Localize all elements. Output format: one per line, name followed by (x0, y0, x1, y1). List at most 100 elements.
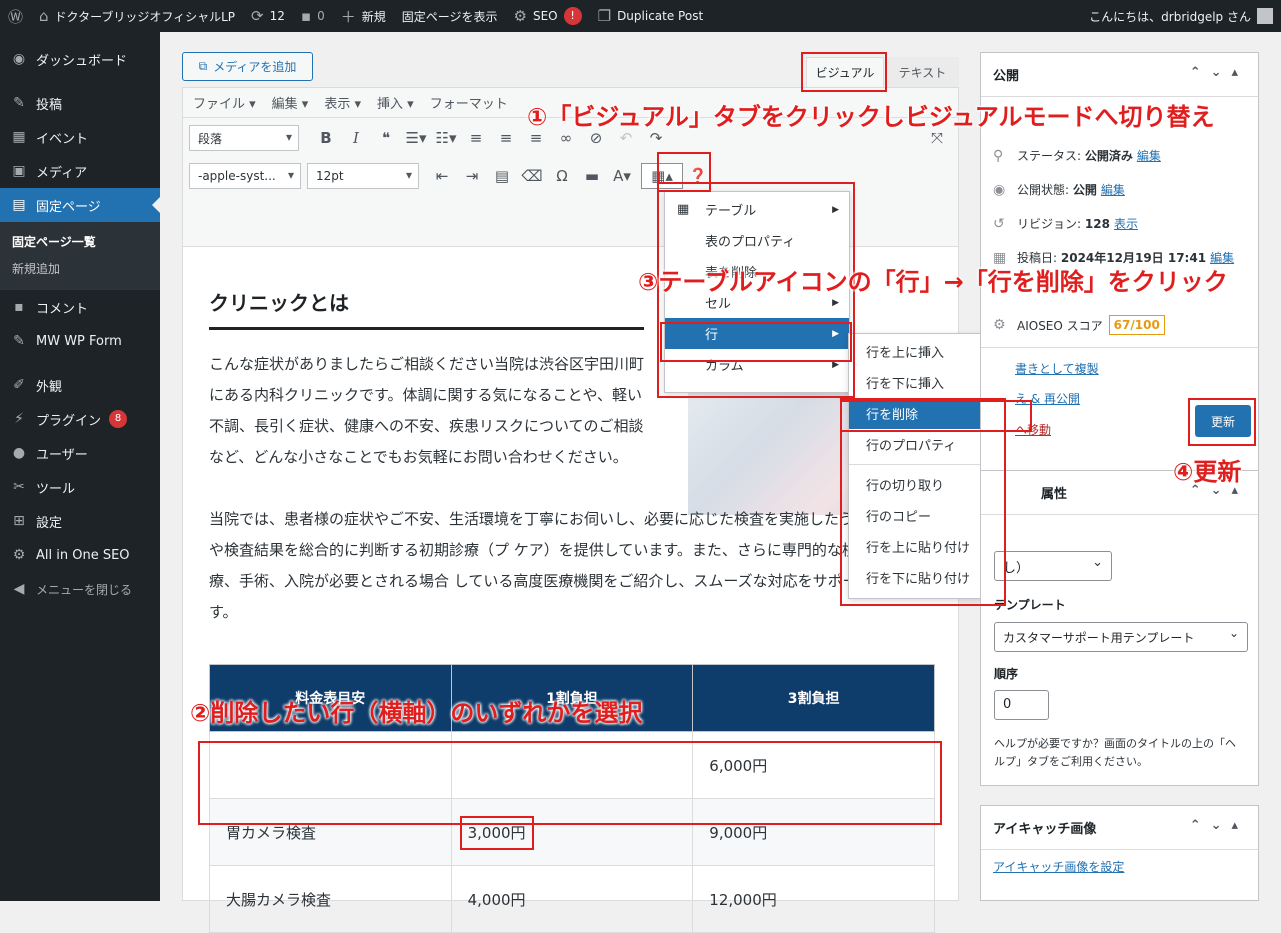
view-revisions-link[interactable]: 表示 (1114, 215, 1138, 232)
tab-visual[interactable]: ビジュアル (806, 57, 884, 87)
blockquote-icon[interactable]: ❝ (371, 125, 401, 151)
order-input[interactable]: 0 (994, 690, 1049, 720)
sidebar-item-media[interactable]: ▣ メディア (0, 154, 160, 188)
omega-icon[interactable]: Ω (547, 163, 577, 189)
font-size-select[interactable]: 12pt (307, 163, 419, 189)
updates-link[interactable]: ⟳ 12 (243, 0, 293, 32)
parent-page-select[interactable]: し） (994, 551, 1112, 581)
bullet-list-icon[interactable]: ☰▾ (401, 125, 431, 151)
box-controls-icon[interactable]: ⌃⌄▴ (1190, 65, 1248, 80)
selected-cell-text: 3,000円 (459, 815, 534, 850)
table-cell[interactable]: 3,000円 (450, 798, 694, 866)
seo-icon: ⚙ (993, 317, 1006, 333)
submenu-item-all-pages[interactable]: 固定ページ一覧 (0, 228, 160, 255)
collapse-icon: ◀ (13, 581, 25, 597)
sidebar-item-appearance[interactable]: ✐ 外観 (0, 368, 160, 402)
table-cell[interactable]: 9,000円 (692, 798, 935, 866)
font-family-select[interactable]: -apple-syst... (189, 163, 301, 189)
align-left-icon[interactable]: ≡ (461, 125, 491, 151)
horizontal-rule-icon[interactable]: ▬ (577, 163, 607, 189)
edit-visibility-link[interactable]: 編集 (1101, 181, 1125, 198)
sidebar-item-pages[interactable]: ▤ 固定ページ (0, 188, 160, 222)
duplicate-post-link[interactable]: ❐ Duplicate Post (590, 0, 712, 32)
table-cell[interactable]: 12,000円 (692, 865, 935, 933)
table-cell[interactable] (450, 731, 694, 799)
sidebar-item-aioseo[interactable]: ⚙ All in One SEO (0, 538, 160, 572)
aioseo-score[interactable]: 67/100 (1108, 315, 1165, 335)
table-row: 大腸カメラ検査 4,000円 12,000円 (209, 865, 935, 933)
seo-menu[interactable]: ⚙ SEO! (506, 0, 590, 32)
set-featured-image-link[interactable]: アイキャッチ画像を設定 (993, 858, 1124, 875)
comments-link[interactable]: ▪ 0 (293, 0, 333, 32)
divider (981, 347, 1258, 348)
sidebar-item-comments[interactable]: ▪ コメント (0, 290, 160, 324)
edit-status-link[interactable]: 編集 (1137, 147, 1161, 164)
featured-image-box: アイキャッチ画像 ⌃⌄▴ アイキャッチ画像を設定 (980, 805, 1259, 901)
menu-edit[interactable]: 編集 ▾ (272, 93, 309, 112)
history-icon: ↺ (993, 215, 1005, 232)
sidebar-item-events[interactable]: ▦ イベント (0, 120, 160, 154)
sidebar-item-dashboard[interactable]: ◉ ダッシュボード (0, 42, 160, 76)
view-page-link[interactable]: 固定ページを表示 (394, 0, 506, 32)
menu-item-table[interactable]: ▦ テーブル ▶ (665, 194, 849, 225)
table-cell[interactable]: 4,000円 (450, 865, 694, 933)
indent-icon[interactable]: ⇥ (457, 163, 487, 189)
numbered-list-icon[interactable]: ☷▾ (431, 125, 461, 151)
text-color-icon[interactable]: A▾ (607, 163, 637, 189)
update-button[interactable]: 更新 (1195, 405, 1251, 437)
new-content-link[interactable]: ＋新規 (333, 0, 394, 32)
menu-file[interactable]: ファイル ▾ (193, 93, 256, 112)
media-icon: ▣ (12, 163, 26, 179)
help-icon[interactable]: ❓ (683, 163, 713, 189)
align-center-icon[interactable]: ≡ (491, 125, 521, 151)
table-header[interactable]: 3割負担 (692, 664, 935, 732)
menu-item-column[interactable]: カラム ▶ (665, 349, 849, 380)
annotation-step2: ②削除したい行（横軸）のいずれかを選択 (190, 699, 643, 727)
table-cell[interactable]: 6,000円 (692, 731, 935, 799)
sidebar-item-mw-wp-form[interactable]: ✎ MW WP Form (0, 324, 160, 358)
sidebar-item-users[interactable]: ● ユーザー (0, 436, 160, 470)
order-label: 順序 (994, 667, 1019, 681)
sidebar-collapse-menu[interactable]: ◀ メニューを閉じる (0, 572, 160, 606)
menu-format[interactable]: フォーマット (430, 93, 508, 112)
submenu-item-add-new[interactable]: 新規追加 (0, 255, 160, 282)
settings-icon: ⊞ (13, 513, 25, 529)
site-name-link[interactable]: ⌂ ドクターブリッジオフィシャルLP (31, 0, 243, 32)
duplicate-icon: ❐ (597, 7, 612, 25)
sidebar-item-plugins[interactable]: ⚡ プラグイン 8 (0, 402, 160, 436)
sidebar-item-posts[interactable]: ✎ 投稿 (0, 86, 160, 120)
box-controls-icon[interactable]: ⌃⌄▴ (1190, 818, 1248, 833)
table-cell[interactable]: 胃カメラ検査 (209, 798, 452, 866)
move-to-trash-link[interactable]: へ移動 (1011, 421, 1051, 438)
status-row: ⚲ ステータス: 公開済み 編集 (993, 147, 1161, 164)
paste-text-icon[interactable]: ▤ (487, 163, 517, 189)
bold-icon[interactable]: B (311, 125, 341, 151)
template-select[interactable]: カスタマーサポート用テンプレート (994, 622, 1248, 652)
table-cell[interactable]: 大腸カメラ検査 (209, 865, 452, 933)
help-text: ヘルプが必要ですか？画面のタイトルの上の「ヘルプ」タブをご利用ください。 (994, 737, 1236, 768)
format-select[interactable]: 段落 (189, 125, 299, 151)
table-icon: ▦ (677, 202, 690, 217)
sidebar-item-tools[interactable]: ✂ ツール (0, 470, 160, 504)
caret-right-icon: ▶ (832, 204, 839, 215)
menu-item-row[interactable]: 行 ▶ (665, 318, 849, 349)
wordpress-logo-icon[interactable]: Ⓦ (0, 0, 31, 32)
table-icon[interactable]: ▦▴ (641, 163, 683, 189)
plus-icon: ＋ (340, 7, 356, 26)
account-menu[interactable]: こんにちは、drbridgelp さん (1089, 0, 1273, 32)
italic-icon[interactable]: I (341, 125, 371, 151)
tab-text[interactable]: テキスト (886, 57, 959, 87)
rewrite-republish-link[interactable]: え & 再公開 (1011, 390, 1080, 407)
menu-view[interactable]: 表示 ▾ (324, 93, 361, 112)
table-cell[interactable] (209, 731, 452, 799)
copy-draft-link[interactable]: 書きとして複製 (1011, 360, 1099, 377)
clear-format-icon[interactable]: ⌫ (517, 163, 547, 189)
outdent-icon[interactable]: ⇤ (427, 163, 457, 189)
menu-item-table-properties[interactable]: 表のプロパティ (665, 225, 849, 256)
add-media-button[interactable]: ⧉ メディアを追加 (182, 52, 313, 81)
caret-right-icon: ▶ (832, 297, 839, 308)
sidebar-item-settings[interactable]: ⊞ 設定 (0, 504, 160, 538)
table-row: 6,000円 (209, 731, 935, 799)
menu-insert[interactable]: 挿入 ▾ (377, 93, 414, 112)
comment-icon: ▪ (14, 299, 24, 315)
